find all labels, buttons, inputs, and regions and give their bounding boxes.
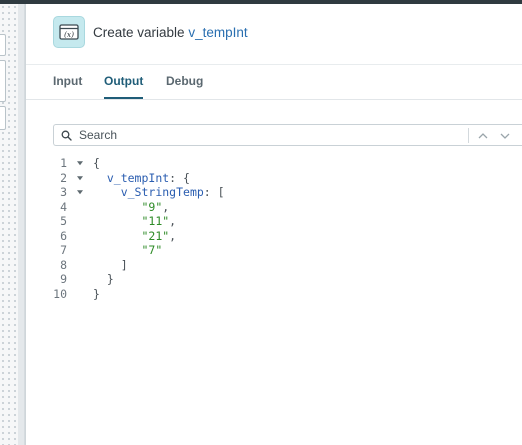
- title-variable-name: v_tempInt: [188, 25, 248, 40]
- line-number: 7: [60, 243, 67, 257]
- line-number: 5: [60, 214, 67, 228]
- code-text: "11",: [93, 214, 176, 229]
- fold-toggle-icon[interactable]: [75, 156, 85, 171]
- line-number: 6: [60, 228, 67, 243]
- line-number: 2: [60, 170, 67, 185]
- step-details-panel: (x) Create variable v_tempInt Input Outp…: [26, 4, 522, 445]
- json-punctuation: : [: [203, 185, 225, 199]
- canvas-node-card[interactable]: [0, 106, 6, 130]
- code-text: }: [93, 287, 100, 302]
- tab-bar: Input Output Debug: [26, 65, 522, 100]
- line-number: 9: [60, 272, 67, 286]
- json-punctuation: : {: [169, 170, 190, 185]
- json-string-value: "21": [141, 228, 170, 243]
- tab-output[interactable]: Output: [104, 74, 144, 99]
- code-text: }: [93, 272, 114, 287]
- code-text: ]: [93, 258, 128, 273]
- json-punctuation: ,: [169, 228, 177, 243]
- fold-toggle-icon[interactable]: [75, 171, 85, 186]
- json-punctuation: ]: [120, 257, 128, 272]
- fold-toggle-icon[interactable]: [75, 185, 85, 200]
- search-icon: [61, 130, 72, 141]
- json-key: v_StringTemp: [120, 185, 204, 199]
- panel-header: (x) Create variable v_tempInt: [26, 4, 522, 65]
- json-punctuation: {: [93, 156, 100, 170]
- json-punctuation: }: [106, 272, 114, 286]
- page-title: Create variable v_tempInt: [93, 25, 248, 40]
- code-text: "9",: [93, 200, 169, 215]
- code-text: {: [93, 156, 100, 171]
- json-punctuation: ,: [169, 214, 177, 228]
- chevron-up-icon[interactable]: [475, 128, 491, 143]
- json-string-value: "11": [141, 214, 170, 228]
- json-key: v_tempInt: [106, 170, 170, 185]
- line-number: 1: [60, 156, 67, 170]
- tab-input[interactable]: Input: [53, 74, 82, 88]
- json-string-value: "9": [141, 199, 163, 214]
- search-divider: [468, 128, 469, 143]
- chevron-down-icon[interactable]: [497, 128, 513, 143]
- canvas-node-card[interactable]: [0, 60, 6, 102]
- json-punctuation: }: [93, 286, 100, 301]
- line-number: 3: [60, 185, 67, 199]
- code-text: v_tempInt: {: [93, 171, 190, 186]
- line-number: 10: [53, 286, 67, 301]
- code-text: "21",: [93, 229, 176, 244]
- search-bar: [53, 124, 522, 146]
- canvas-node-card[interactable]: [0, 34, 6, 56]
- workflow-canvas-edge[interactable]: [0, 4, 18, 445]
- json-punctuation: ,: [162, 199, 170, 214]
- code-text: "7": [93, 243, 162, 258]
- line-number: 4: [60, 199, 67, 214]
- line-number: 8: [60, 257, 67, 272]
- tab-debug[interactable]: Debug: [166, 74, 203, 88]
- title-prefix: Create variable: [93, 25, 185, 40]
- json-string-value: "7": [141, 243, 163, 257]
- variable-x-icon: (x): [53, 16, 85, 48]
- search-input[interactable]: [79, 127, 459, 143]
- code-text: v_StringTemp: [: [93, 185, 225, 200]
- panel-resize-handle[interactable]: [18, 4, 25, 445]
- svg-text:(x): (x): [64, 30, 74, 39]
